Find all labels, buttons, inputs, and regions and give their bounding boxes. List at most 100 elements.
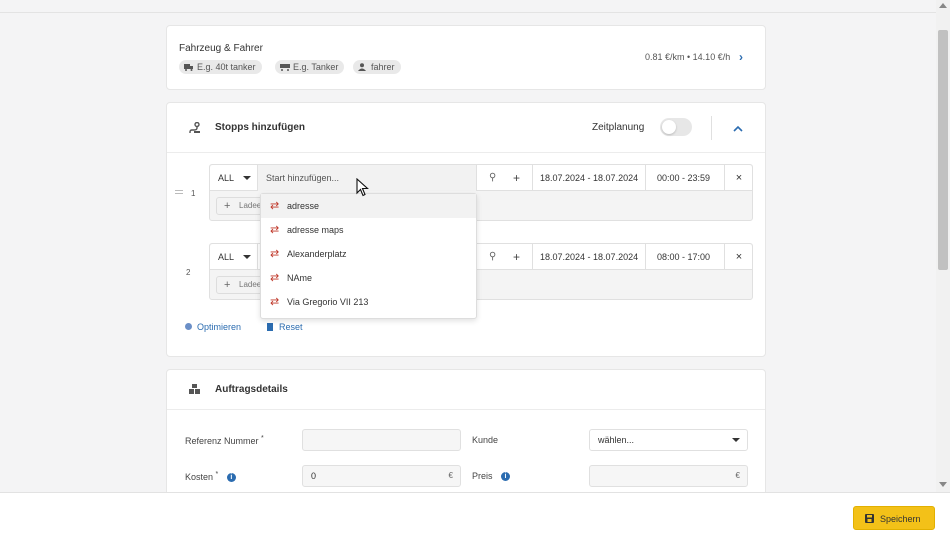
add-icon[interactable]: + [513, 165, 520, 191]
save-label: Speichern [880, 514, 921, 524]
costs-label: Kosten * i [185, 471, 236, 483]
swap-icon: ⇄ [270, 200, 280, 212]
stop-type-select-1[interactable]: ALL [210, 165, 258, 191]
reset-button[interactable]: Reset [267, 322, 303, 332]
boxes-icon [189, 384, 200, 394]
order-details-title: Auftragsdetails [215, 384, 288, 395]
stops-title: Stopps hinzufügen [215, 122, 305, 133]
scrollbar-thumb[interactable] [938, 30, 948, 270]
page-scrollbar[interactable] [936, 0, 950, 492]
swap-icon: ⇄ [270, 296, 280, 308]
suggestion-label: Alexanderplatz [287, 249, 347, 259]
vehicle-driver-title: Fahrzeug & Fahrer [179, 43, 263, 54]
stop-type-select-2[interactable]: ALL [210, 244, 258, 270]
user-icon [358, 63, 366, 71]
header-divider [711, 116, 712, 140]
suggestion-label: Via Gregorio VII 213 [287, 297, 369, 307]
time-range-input-2[interactable]: 08:00 - 17:00 [646, 244, 725, 270]
time-range-value: 00:00 - 23:59 [657, 173, 711, 183]
date-range-input-2[interactable]: 18.07.2024 - 18.07.2024 [533, 244, 646, 270]
info-icon[interactable]: i [226, 473, 236, 483]
plus-icon: + [224, 200, 231, 212]
address-suggestions-dropdown: ⇄ adresse ⇄ adresse maps ⇄ Alexanderplatz ⇄… [260, 193, 477, 319]
rate-text: 0.81 €/km • 14.10 €/h [645, 52, 731, 62]
swap-icon: ⇄ [270, 248, 280, 260]
suggestion-label: adresse [287, 201, 320, 211]
add-icon[interactable]: + [513, 244, 520, 270]
plus-icon: + [224, 279, 231, 291]
add-load-label: Ladee [239, 280, 262, 289]
customer-select-value: wählen... [598, 435, 635, 445]
date-range-input-1[interactable]: 18.07.2024 - 18.07.2024 [533, 165, 646, 191]
trailer-icon [280, 64, 290, 71]
caret-down-icon [243, 176, 251, 180]
scheduling-toggle[interactable] [660, 118, 692, 136]
stop-actions-2: ⚲ + [477, 244, 533, 270]
stop-index-1: 1 [191, 189, 196, 198]
costs-value: 0 [311, 471, 317, 481]
time-range-value: 08:00 - 17:00 [657, 252, 711, 262]
remove-stop-icon[interactable]: × [725, 244, 753, 270]
scroll-up-icon[interactable] [939, 3, 947, 8]
stop-type-value: ALL [218, 252, 235, 262]
chevron-up-icon[interactable] [733, 120, 743, 132]
scheduling-label: Zeitplanung [592, 122, 645, 133]
vehicle-driver-card[interactable]: Fahrzeug & Fahrer E.g. 40t tanker E.g. T… [166, 25, 766, 90]
optimize-button[interactable]: Optimieren [185, 322, 241, 332]
truck-icon [184, 64, 193, 71]
driver-tag-label: fahrer [371, 62, 395, 72]
stop-type-value: ALL [218, 173, 235, 183]
chevron-right-icon[interactable]: › [739, 50, 743, 64]
time-range-input-1[interactable]: 00:00 - 23:59 [646, 165, 725, 191]
order-details-header: Auftragsdetails [167, 370, 765, 410]
route-icon [189, 122, 200, 133]
caret-down-icon [243, 255, 251, 259]
drag-handle-icon[interactable] [175, 190, 183, 194]
driver-tag: fahrer [353, 60, 401, 74]
swap-icon: ⇄ [270, 224, 280, 236]
vehicle-tag: E.g. 40t tanker [179, 60, 262, 74]
vehicle-tag-label: E.g. 40t tanker [197, 62, 256, 72]
costs-input[interactable]: 0 € [302, 465, 461, 487]
top-divider [0, 12, 936, 13]
stop-index-2: 2 [186, 268, 191, 277]
date-range-value: 18.07.2024 - 18.07.2024 [540, 173, 639, 183]
info-icon[interactable]: i [501, 472, 511, 482]
order-details-card: Auftragsdetails Referenz Nummer * Kunde … [166, 369, 766, 499]
optimize-label: Optimieren [197, 322, 242, 332]
date-range-value: 18.07.2024 - 18.07.2024 [540, 252, 639, 262]
currency-symbol: € [448, 471, 453, 480]
trash-icon [267, 323, 273, 331]
price-input[interactable]: € [589, 465, 748, 487]
trailer-tag-label: E.g. Tanker [293, 62, 339, 72]
remove-stop-icon[interactable]: × [725, 165, 753, 191]
start-placeholder: Start hinzufügen... [266, 173, 340, 183]
reset-label: Reset [279, 322, 303, 332]
suggestion-item[interactable]: ⇄ adresse maps [261, 218, 476, 242]
stops-header: Stopps hinzufügen Zeitplanung [167, 103, 765, 153]
suggestion-item[interactable]: ⇄ Alexanderplatz [261, 242, 476, 266]
customer-label: Kunde [472, 435, 499, 445]
mouse-cursor-icon [356, 178, 369, 197]
stopwatch-icon [185, 323, 192, 330]
trailer-tag: E.g. Tanker [275, 60, 345, 74]
customer-select[interactable]: wählen... [589, 429, 748, 451]
suggestion-item[interactable]: ⇄ Via Gregorio VII 213 [261, 290, 476, 314]
suggestion-item[interactable]: ⇄ NAme [261, 266, 476, 290]
currency-symbol: € [735, 471, 740, 480]
price-label: Preis i [472, 471, 511, 482]
reference-input[interactable] [302, 429, 461, 451]
suggestion-label: adresse maps [287, 225, 344, 235]
save-button[interactable]: Speichern [853, 506, 935, 530]
floppy-disk-icon [865, 514, 874, 523]
caret-down-icon [732, 438, 740, 442]
stop-actions-1: ⚲ + [477, 165, 533, 191]
suggestion-item[interactable]: ⇄ adresse [261, 194, 476, 218]
swap-icon: ⇄ [270, 272, 280, 284]
footer-bar [0, 492, 950, 538]
scroll-down-icon[interactable] [939, 482, 947, 487]
suggestion-label: NAme [287, 273, 313, 283]
add-load-label: Ladee [239, 201, 262, 210]
map-pin-icon[interactable]: ⚲ [489, 244, 496, 270]
map-pin-icon[interactable]: ⚲ [489, 165, 496, 191]
